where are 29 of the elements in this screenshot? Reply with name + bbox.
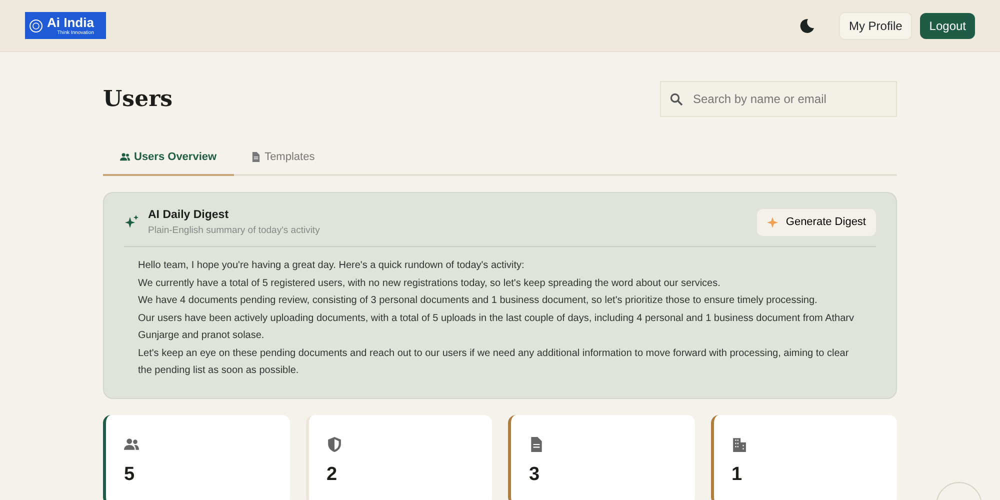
logo-title: Ai India [47, 16, 94, 28]
stat-value: 3 [529, 462, 541, 486]
document-icon [529, 436, 544, 452]
search-field[interactable]: Search by name or email [660, 81, 897, 117]
stat-value: 2 [326, 462, 338, 486]
stat-value: 5 [124, 462, 136, 486]
emblem-icon [29, 18, 43, 32]
page-title: Users [103, 86, 173, 112]
shield-icon [326, 436, 342, 452]
stat-value: 1 [732, 462, 744, 486]
digest-paragraph: Hello team, I hope you're having a great day. Here's a quick rundown of today's activity: [138, 259, 526, 273]
search-icon [670, 93, 683, 106]
digest-paragraph: We currently have a total of 5 registered users, with no new registrations today, so let's keep spreading the word about our services. [138, 276, 722, 290]
digest-title: AI Daily Digest [148, 208, 230, 222]
digest-paragraph: We have 4 documents pending review, consisting of 3 personal documents and 1 business document, so let's prioritize those to ensure timely processing. [138, 294, 818, 308]
tab[interactable]: Users Overview [103, 141, 234, 176]
users-icon [124, 436, 139, 452]
sparkle-icon [766, 216, 778, 228]
users-icon [120, 152, 130, 162]
generate-digest-button[interactable]: Generate Digest [756, 209, 876, 236]
tab[interactable]: Templates [234, 141, 332, 176]
digest-subtitle: Plain-English summary of today's activity [148, 224, 320, 238]
document-icon [250, 152, 261, 162]
digest-paragraph: Let's keep an eye on these pending documents and reach out to our users if we need any additional information to move forward with processing, aiming to clear the pending list as soon as possible. [138, 346, 850, 378]
digest-paragraph: Our users have been actively uploading documents, with a total of 5 uploads in the last couple of days, including 4 personal and 1 business document from Atharv Gunjarge and pranot solase. [138, 312, 855, 343]
my-profile-button[interactable]: My Profile [838, 12, 912, 40]
logout-button[interactable]: Logout [920, 12, 975, 38]
moon-icon[interactable] [798, 18, 815, 34]
building-icon [732, 436, 746, 452]
